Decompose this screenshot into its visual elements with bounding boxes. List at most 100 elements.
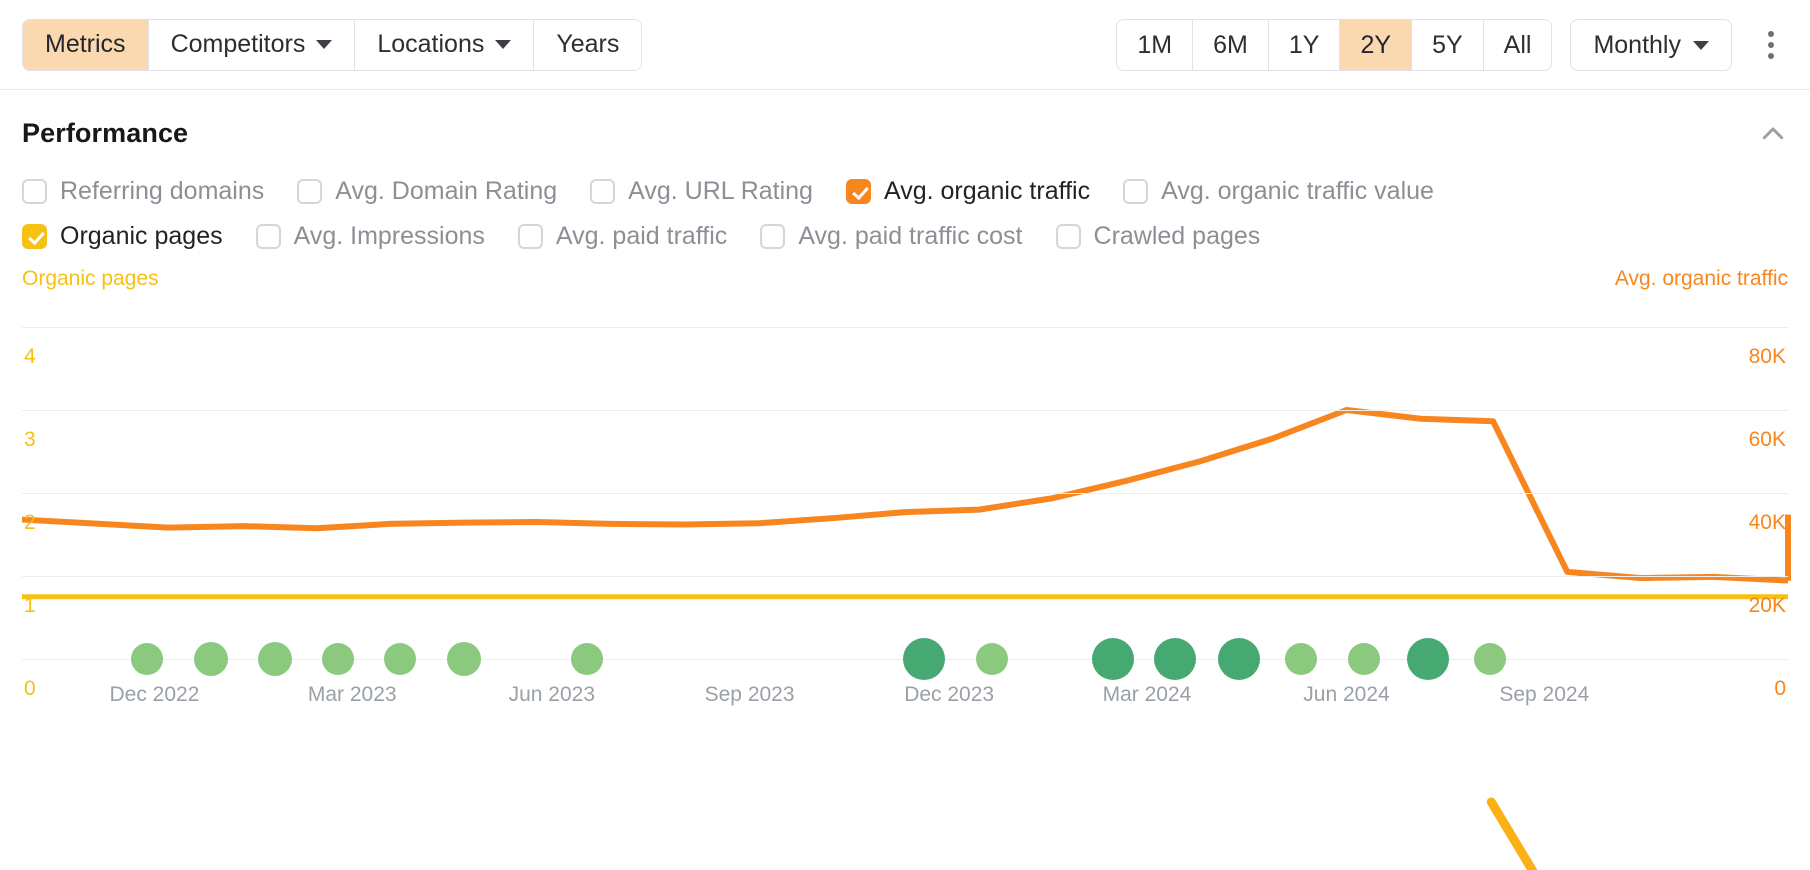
event-marker-dot[interactable]: [1348, 643, 1380, 675]
tab-years[interactable]: Years: [534, 20, 641, 70]
x-axis-tick: Dec 2023: [904, 683, 994, 707]
event-marker-dot[interactable]: [131, 643, 163, 675]
x-axis-tick: Sep 2024: [1499, 683, 1589, 707]
granularity-dropdown[interactable]: Monthly: [1570, 19, 1732, 71]
event-marker-dot[interactable]: [384, 643, 416, 675]
tab-label: Locations: [377, 30, 484, 59]
metric-checkbox-avg-organic-traffic[interactable]: Avg. organic traffic: [846, 177, 1090, 206]
metric-checkbox-rows: Referring domains Avg. Domain Rating Avg. …: [22, 155, 1788, 251]
series-line: [22, 410, 1788, 581]
metric-checkbox-avg-paid-traffic-cost[interactable]: Avg. paid traffic cost: [760, 222, 1022, 251]
left-axis-tick: 0: [24, 677, 36, 701]
right-axis-tick: 40K: [1749, 511, 1786, 535]
top-toolbar: Metrics Competitors Locations Years 1M6M1Y2…: [0, 0, 1810, 90]
event-marker-dot[interactable]: [903, 638, 945, 680]
metric-row-2: Organic pages Avg. Impressions Avg. paid t…: [22, 222, 1788, 251]
x-axis-tick: Jun 2024: [1303, 683, 1389, 707]
checkbox-icon: [22, 179, 47, 204]
gridline: [22, 410, 1788, 411]
view-tabs-group: Metrics Competitors Locations Years: [22, 19, 642, 71]
x-axis-tick: Jun 2023: [509, 683, 595, 707]
x-axis-tick: Mar 2023: [308, 683, 397, 707]
event-marker-dot[interactable]: [1474, 643, 1506, 675]
checkbox-checked-icon: [22, 224, 47, 249]
tab-competitors[interactable]: Competitors: [149, 20, 356, 70]
metric-row-1: Referring domains Avg. Domain Rating Avg. …: [22, 177, 1788, 206]
performance-chart: Organic pages Avg. organic traffic 480K3…: [22, 267, 1788, 737]
gridline: [22, 576, 1788, 577]
tab-label: Competitors: [171, 30, 306, 59]
checkbox-icon: [518, 224, 543, 249]
metric-checkbox-avg-impressions[interactable]: Avg. Impressions: [256, 222, 485, 251]
x-axis-tick: Mar 2024: [1103, 683, 1192, 707]
chevron-up-icon[interactable]: [1758, 119, 1788, 149]
chevron-down-icon: [495, 40, 511, 49]
metric-checkbox-avg-domain-rating[interactable]: Avg. Domain Rating: [297, 177, 557, 206]
right-axis-tick: 60K: [1749, 428, 1786, 452]
event-marker-dot[interactable]: [258, 642, 292, 676]
metric-checkbox-organic-pages[interactable]: Organic pages: [22, 222, 223, 251]
checkbox-icon: [1056, 224, 1081, 249]
left-axis-title: Organic pages: [22, 267, 159, 291]
metric-label: Crawled pages: [1094, 222, 1261, 251]
more-options-button[interactable]: [1754, 19, 1788, 71]
metric-label: Avg. organic traffic: [884, 177, 1090, 206]
chevron-down-icon: [316, 40, 332, 49]
checkbox-icon: [256, 224, 281, 249]
metric-label: Avg. URL Rating: [628, 177, 813, 206]
checkbox-icon: [590, 179, 615, 204]
event-marker-dot[interactable]: [1092, 638, 1134, 680]
kebab-dot-icon: [1768, 31, 1774, 37]
metric-label: Avg. Impressions: [294, 222, 485, 251]
metric-label: Avg. paid traffic: [556, 222, 727, 251]
checkbox-checked-icon: [846, 179, 871, 204]
range-2y[interactable]: 2Y: [1340, 20, 1412, 70]
event-marker-dot[interactable]: [322, 643, 354, 675]
event-marker-dot[interactable]: [976, 643, 1008, 675]
range-1m[interactable]: 1M: [1117, 20, 1193, 70]
range-1y[interactable]: 1Y: [1269, 20, 1341, 70]
checkbox-icon: [1123, 179, 1148, 204]
plot-area: 480K360K240K120K00Dec 2022Mar 2023Jun 20…: [22, 299, 1788, 719]
metric-checkbox-avg-paid-traffic[interactable]: Avg. paid traffic: [518, 222, 727, 251]
metric-label: Avg. organic traffic value: [1161, 177, 1434, 206]
event-marker-dot[interactable]: [1285, 643, 1317, 675]
kebab-dot-icon: [1768, 42, 1774, 48]
checkbox-icon: [760, 224, 785, 249]
left-axis-tick: 4: [24, 345, 36, 369]
range-5y[interactable]: 5Y: [1412, 20, 1484, 70]
metric-checkbox-avg-organic-traffic-value[interactable]: Avg. organic traffic value: [1123, 177, 1434, 206]
range-all[interactable]: All: [1484, 20, 1552, 70]
metric-label: Organic pages: [60, 222, 223, 251]
gridline: [22, 327, 1788, 328]
event-marker-dot[interactable]: [1407, 638, 1449, 680]
range-6m[interactable]: 6M: [1193, 20, 1269, 70]
x-axis-tick: Sep 2023: [705, 683, 795, 707]
right-axis-tick: 20K: [1749, 594, 1786, 618]
granularity-label: Monthly: [1593, 31, 1681, 60]
performance-panel: Performance Referring domains Avg. Domain…: [0, 90, 1810, 737]
decline-arrow: [1491, 802, 1569, 870]
chevron-down-icon: [1693, 41, 1709, 50]
metric-checkbox-referring-domains[interactable]: Referring domains: [22, 177, 264, 206]
kebab-dot-icon: [1768, 53, 1774, 59]
metric-checkbox-crawled-pages[interactable]: Crawled pages: [1056, 222, 1261, 251]
event-marker-dot[interactable]: [1218, 638, 1260, 680]
tab-locations[interactable]: Locations: [355, 20, 534, 70]
tab-metrics[interactable]: Metrics: [23, 20, 149, 70]
event-marker-dot[interactable]: [571, 643, 603, 675]
metric-checkbox-avg-url-rating[interactable]: Avg. URL Rating: [590, 177, 813, 206]
gridline: [22, 493, 1788, 494]
page-title: Performance: [22, 118, 188, 149]
left-axis-tick: 1: [24, 594, 36, 618]
metric-label: Referring domains: [60, 177, 264, 206]
event-marker-dot[interactable]: [447, 642, 481, 676]
panel-header: Performance: [22, 90, 1788, 155]
tab-label: Years: [556, 30, 619, 59]
toolbar-right-controls: 1M6M1Y2Y5YAll Monthly: [1116, 0, 1788, 90]
event-marker-dot[interactable]: [194, 642, 228, 676]
right-axis-tick: 80K: [1749, 345, 1786, 369]
x-axis-tick: Dec 2022: [109, 683, 199, 707]
event-marker-dot[interactable]: [1154, 638, 1196, 680]
left-axis-tick: 2: [24, 511, 36, 535]
